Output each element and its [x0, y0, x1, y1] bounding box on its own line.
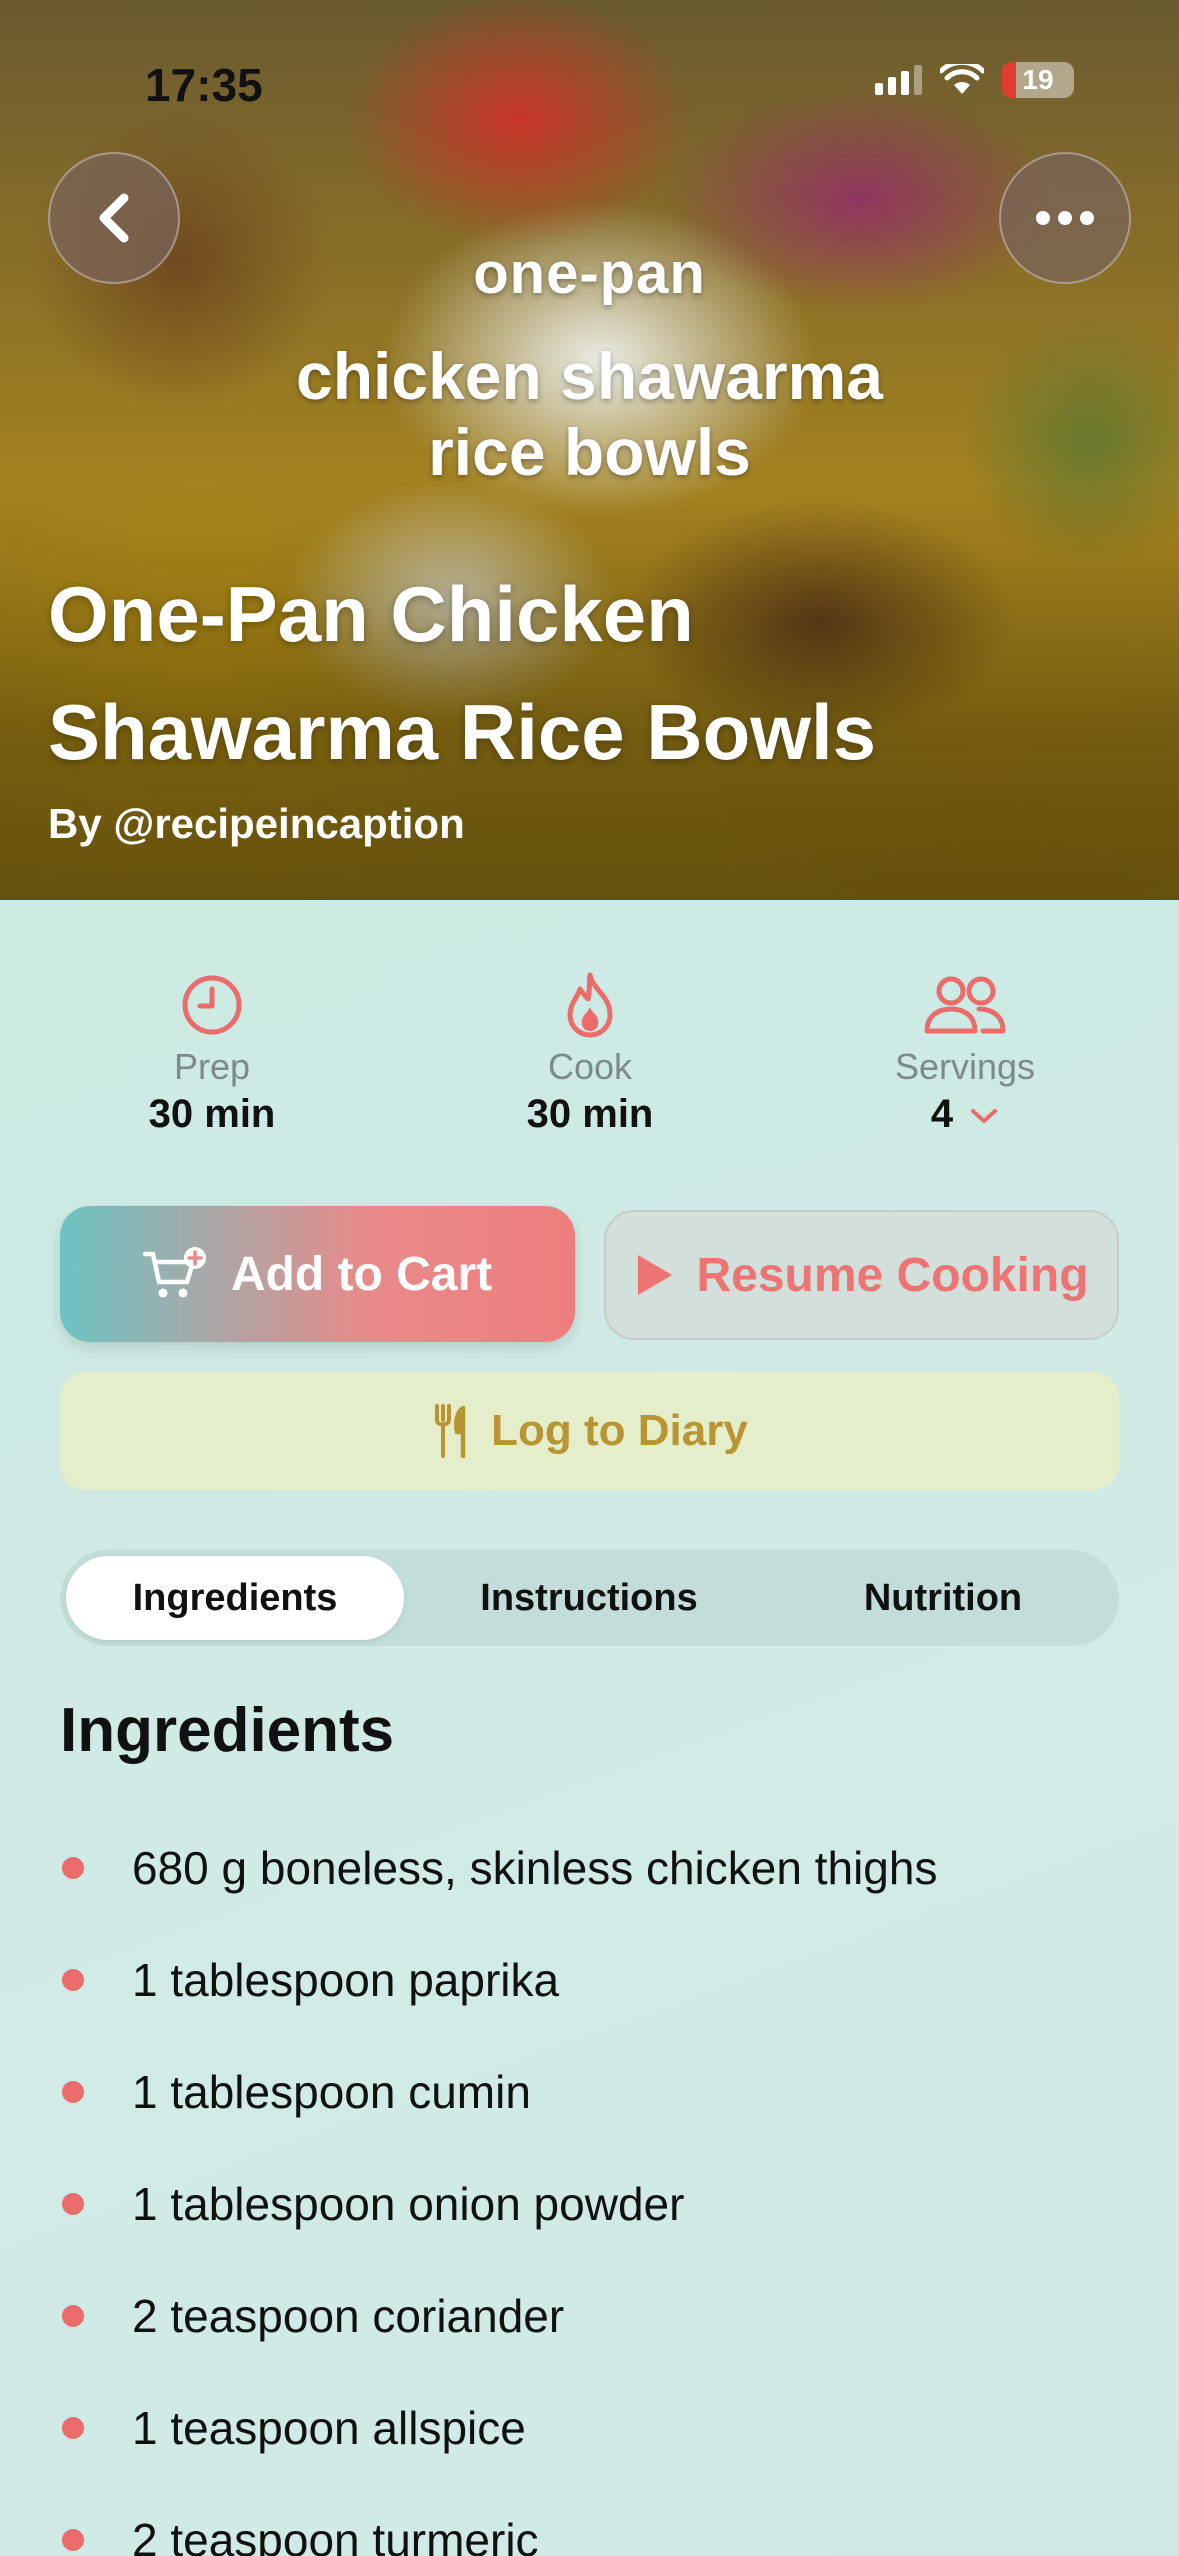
stat-cook: Cook 30 min: [440, 970, 740, 1137]
play-icon: [638, 1255, 673, 1295]
bullet-icon: [62, 2417, 84, 2439]
tab-ingredients[interactable]: Ingredients: [66, 1556, 404, 1640]
recipe-tabs: Ingredients Instructions Nutrition: [60, 1550, 1119, 1646]
fork-knife-icon: [435, 1404, 466, 1458]
list-item: 2 teaspoon coriander: [60, 2260, 1140, 2372]
list-item: 680 g boneless, skinless chicken thighs: [60, 1812, 1140, 1924]
list-item: 1 tablespoon onion powder: [60, 2148, 1140, 2260]
stat-servings[interactable]: Servings 4: [815, 970, 1115, 1137]
resume-cooking-label: Resume Cooking: [696, 1248, 1089, 1302]
chevron-left-icon: [99, 193, 129, 243]
chevron-down-icon[interactable]: [969, 1106, 999, 1126]
bullet-icon: [62, 2193, 84, 2215]
status-indicators: 19: [875, 62, 1074, 98]
flame-icon: [567, 972, 613, 1038]
ingredient-text: 1 tablespoon cumin: [132, 2066, 531, 2118]
bullet-icon: [62, 1857, 84, 1879]
status-time: 17:35: [145, 59, 263, 111]
battery-icon: 19: [1002, 62, 1074, 98]
bullet-icon: [62, 2305, 84, 2327]
wifi-icon: [940, 64, 984, 94]
more-options-button[interactable]: [999, 152, 1131, 284]
recipe-author[interactable]: By @recipeincaption: [48, 800, 465, 848]
image-caption-line1: one-pan: [473, 241, 706, 306]
cook-label: Cook: [547, 1046, 633, 1087]
cart-plus-icon: [142, 1247, 206, 1298]
list-item: 1 teaspoon allspice: [60, 2372, 1140, 2484]
image-caption-line2: chicken shawarma rice bowls: [296, 339, 883, 489]
recipe-detail-screen: 17:35 19 one-pan chicken shawarma rice b…: [0, 0, 1179, 2556]
clock-icon: [182, 975, 242, 1035]
log-to-diary-label: Log to Diary: [491, 1406, 748, 1455]
add-to-cart-button[interactable]: Add to Cart: [60, 1206, 575, 1342]
list-item: 2 teaspoon turmeric: [60, 2484, 1140, 2556]
cook-value: 30 min: [526, 1092, 654, 1136]
servings-label: Servings: [894, 1046, 1036, 1087]
log-to-diary-button[interactable]: Log to Diary: [60, 1372, 1119, 1490]
prep-value: 30 min: [148, 1092, 276, 1136]
ingredient-text: 680 g boneless, skinless chicken thighs: [132, 1842, 938, 1894]
recipe-title: One-Pan Chicken Shawarma Rice Bowls: [48, 570, 876, 776]
ingredient-text: 1 tablespoon onion powder: [132, 2178, 685, 2230]
servings-value: 4: [930, 1092, 954, 1136]
ingredient-text: 1 teaspoon allspice: [132, 2402, 526, 2454]
prep-label: Prep: [173, 1046, 251, 1087]
recipe-stats: Prep 30 min Cook 30 min Servings 4: [0, 970, 1179, 1140]
tab-instructions[interactable]: Instructions: [420, 1556, 758, 1640]
stat-prep: Prep 30 min: [62, 970, 362, 1137]
back-button[interactable]: [48, 152, 180, 284]
people-icon: [924, 976, 1006, 1034]
resume-cooking-button[interactable]: Resume Cooking: [604, 1210, 1119, 1340]
bullet-icon: [62, 2081, 84, 2103]
add-to-cart-label: Add to Cart: [230, 1247, 493, 1301]
ingredient-text: 2 teaspoon coriander: [132, 2290, 565, 2342]
recipe-hero-image: 17:35 19 one-pan chicken shawarma rice b…: [0, 0, 1179, 900]
ingredients-heading: Ingredients: [60, 1696, 395, 1765]
battery-level: 19: [1022, 64, 1054, 95]
ingredients-list: 680 g boneless, skinless chicken thighs …: [60, 1812, 1140, 2556]
ellipsis-icon: [1036, 211, 1094, 225]
bullet-icon: [62, 1969, 84, 1991]
ingredient-text: 1 tablespoon paprika: [132, 1954, 560, 2006]
cellular-signal-icon: [875, 65, 922, 95]
ingredient-text: 2 teaspoon turmeric: [132, 2514, 539, 2556]
tab-nutrition[interactable]: Nutrition: [774, 1556, 1112, 1640]
list-item: 1 tablespoon paprika: [60, 1924, 1140, 2036]
list-item: 1 tablespoon cumin: [60, 2036, 1140, 2148]
bullet-icon: [62, 2529, 84, 2551]
